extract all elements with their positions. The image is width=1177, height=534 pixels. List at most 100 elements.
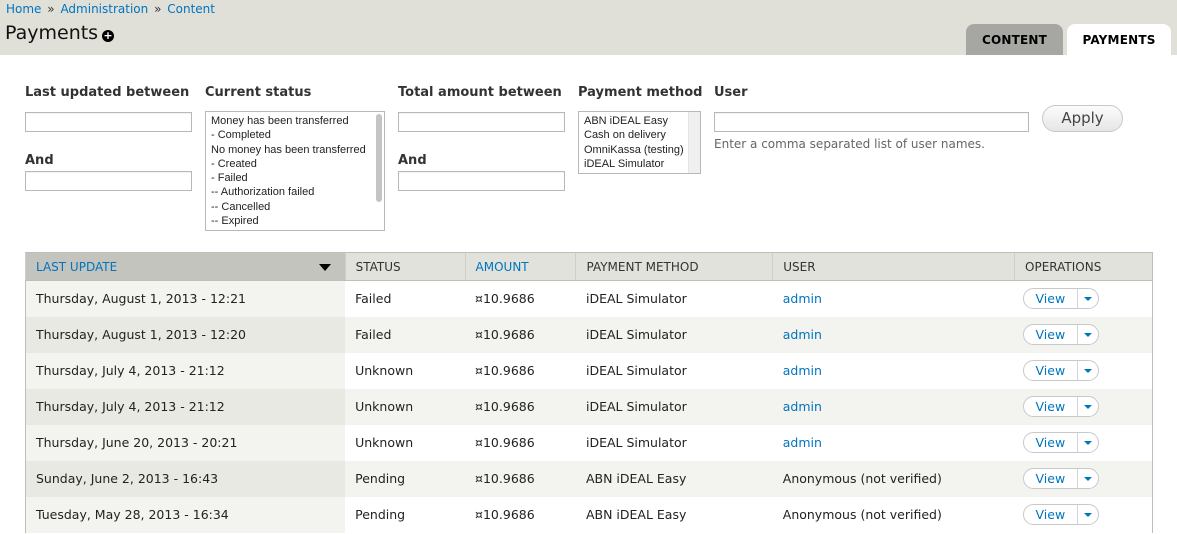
cell-status: Failed (345, 316, 466, 353)
view-button[interactable]: View (1024, 505, 1079, 524)
cell-payment-method: iDEAL Simulator (575, 388, 773, 425)
column-header-user: USER (772, 252, 1015, 281)
cell-operations: View (1014, 316, 1153, 353)
cell-status: Pending (345, 460, 466, 497)
cell-status: Failed (345, 280, 466, 317)
status-scrollbar[interactable] (376, 114, 382, 202)
total-amount-label: Total amount between (398, 85, 562, 100)
operations-toggle[interactable] (1078, 361, 1098, 380)
filters-form: Last updated between And Current status … (0, 55, 1177, 250)
last-updated-to-input[interactable] (25, 171, 192, 191)
operations-toggle[interactable] (1078, 325, 1098, 344)
column-header-status: STATUS (344, 252, 466, 281)
view-button[interactable]: View (1024, 433, 1079, 452)
cell-last-update: Thursday, July 4, 2013 - 21:12 (25, 352, 346, 389)
total-amount-to-input[interactable] (398, 171, 565, 191)
status-option[interactable]: -- Authorization failed (211, 185, 379, 199)
breadcrumb-home[interactable]: Home (6, 2, 41, 16)
cell-payment-method: iDEAL Simulator (575, 316, 773, 353)
cell-payment-method: iDEAL Simulator (575, 352, 773, 389)
cell-last-update: Thursday, August 1, 2013 - 12:21 (25, 280, 346, 317)
cell-operations: View (1014, 280, 1153, 317)
table-row: Thursday, August 1, 2013 - 12:20 Failed … (25, 316, 1153, 353)
user-link[interactable]: admin (783, 363, 822, 378)
last-updated-label: Last updated between (25, 85, 190, 100)
breadcrumb-content[interactable]: Content (167, 2, 215, 16)
user-link[interactable]: admin (783, 435, 822, 450)
payment-method-option[interactable]: iDEAL Simulator (584, 157, 695, 171)
cell-payment-method: iDEAL Simulator (575, 424, 773, 461)
operations-toggle[interactable] (1078, 469, 1098, 488)
user-label: User (714, 85, 748, 100)
column-header-label[interactable]: LAST UPDATE (36, 260, 117, 274)
current-status-label: Current status (205, 85, 312, 100)
operations-toggle[interactable] (1078, 397, 1098, 416)
status-option[interactable]: - Failed (211, 171, 379, 185)
operations-dropbutton: View (1022, 360, 1100, 381)
cell-operations: View (1014, 388, 1153, 425)
plus-circle-icon[interactable]: + (102, 30, 114, 42)
operations-toggle[interactable] (1078, 433, 1098, 452)
payment-method-scrolltrack[interactable] (688, 112, 700, 173)
cell-amount: ¤10.9686 (465, 280, 576, 317)
cell-amount: ¤10.9686 (465, 316, 576, 353)
current-status-select[interactable]: Money has been transferred - Completed N… (205, 111, 385, 231)
cell-user: Anonymous (not verified) (772, 460, 1015, 497)
user-link[interactable]: admin (783, 291, 822, 306)
apply-button[interactable]: Apply (1042, 105, 1123, 132)
cell-user: Anonymous (not verified) (772, 496, 1015, 533)
payment-method-select[interactable]: ABN iDEAL Easy Cash on delivery OmniKass… (578, 111, 701, 174)
chevron-down-icon (1084, 512, 1093, 517)
chevron-down-icon (1084, 332, 1093, 337)
last-updated-from-input[interactable] (25, 112, 192, 132)
cell-user: admin (772, 280, 1015, 317)
cell-operations: View (1014, 352, 1153, 389)
payment-method-label: Payment method (578, 85, 703, 100)
total-amount-from-input[interactable] (398, 112, 565, 132)
breadcrumb: Home » Administration » Content (6, 2, 215, 16)
chevron-down-icon (1084, 368, 1093, 373)
status-option[interactable]: - Completed (211, 128, 379, 142)
payment-method-option[interactable]: ABN iDEAL Easy (584, 114, 695, 128)
page-title: Payments (5, 22, 99, 44)
breadcrumb-separator: » (154, 2, 162, 16)
status-option[interactable]: Money has been transferred (211, 114, 379, 128)
view-button[interactable]: View (1024, 397, 1079, 416)
cell-last-update: Thursday, June 20, 2013 - 20:21 (25, 424, 346, 461)
view-button[interactable]: View (1024, 361, 1079, 380)
tab-payments[interactable]: PAYMENTS (1067, 24, 1171, 55)
user-input[interactable] (714, 112, 1029, 132)
view-button[interactable]: View (1024, 325, 1079, 344)
view-button[interactable]: View (1024, 289, 1079, 309)
payments-table-wrapper: LAST UPDATE STATUS AMOUNT PAYMENT METHOD… (25, 252, 1153, 533)
status-option[interactable]: - Created (211, 157, 379, 171)
status-option[interactable]: -- Cancelled (211, 200, 379, 214)
user-link[interactable]: admin (783, 399, 822, 414)
status-option[interactable]: -- Expired (211, 214, 379, 228)
cell-payment-method: ABN iDEAL Easy (575, 496, 773, 533)
primary-tabs: CONTENT PAYMENTS (966, 24, 1171, 55)
page-header: Home » Administration » Content Payments… (0, 0, 1177, 55)
chevron-down-icon (1084, 296, 1093, 301)
chevron-down-icon (1084, 440, 1093, 445)
status-option[interactable]: No money has been transferred (211, 143, 379, 157)
operations-dropbutton: View (1022, 288, 1100, 310)
cell-status: Pending (345, 496, 466, 533)
view-button[interactable]: View (1024, 469, 1079, 488)
cell-payment-method: ABN iDEAL Easy (575, 460, 773, 497)
payment-method-option[interactable]: Cash on delivery (584, 128, 695, 142)
operations-toggle[interactable] (1078, 505, 1098, 524)
table-row: Thursday, June 20, 2013 - 20:21 Unknown … (25, 424, 1153, 461)
breadcrumb-separator: » (47, 2, 55, 16)
user-link[interactable]: admin (783, 327, 822, 342)
payment-method-option[interactable]: OmniKassa (testing) (584, 143, 695, 157)
tab-content[interactable]: CONTENT (966, 24, 1063, 55)
breadcrumb-administration[interactable]: Administration (60, 2, 148, 16)
column-header-amount[interactable]: AMOUNT (464, 252, 576, 281)
cell-amount: ¤10.9686 (465, 496, 576, 533)
column-header-payment-method: PAYMENT METHOD (575, 252, 773, 281)
cell-operations: View (1014, 496, 1153, 533)
column-header-last-update[interactable]: LAST UPDATE (25, 252, 346, 281)
sort-descending-icon (318, 264, 331, 271)
operations-toggle[interactable] (1078, 289, 1098, 308)
